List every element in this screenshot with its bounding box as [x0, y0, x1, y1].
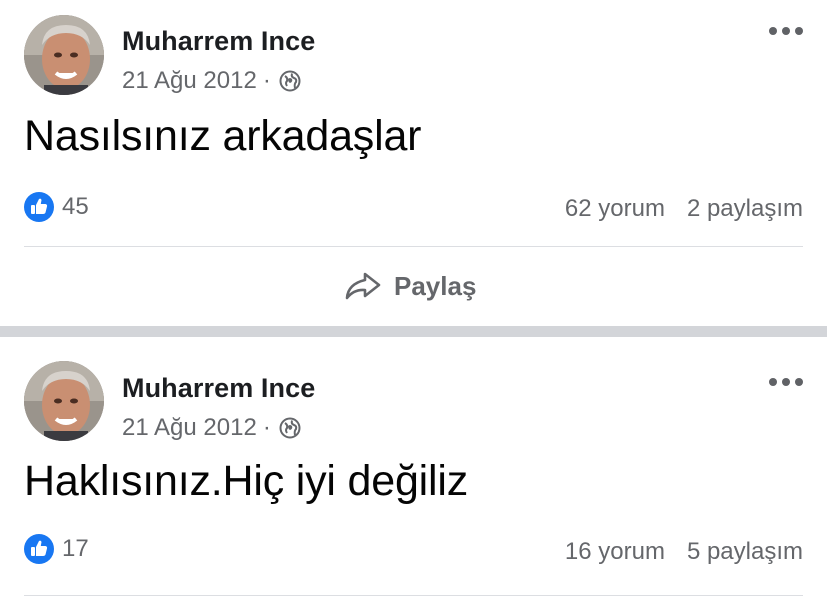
more-options-icon[interactable]	[769, 375, 803, 389]
reactions-summary[interactable]: 17	[24, 534, 89, 564]
profile-photo-icon	[24, 15, 104, 95]
post-date[interactable]: 21 Ağu 2012	[122, 67, 257, 95]
post-meta: 21 Ağu 2012 ·	[122, 67, 301, 95]
profile-photo-icon	[24, 361, 104, 441]
share-arrow-icon	[345, 272, 381, 300]
share-button[interactable]: Paylaş	[344, 270, 476, 302]
meta-separator: ·	[262, 414, 271, 441]
like-count: 45	[62, 193, 89, 220]
engagement-counts: 16 yorum 5 paylaşım	[565, 538, 803, 566]
engagement-counts: 62 yorum 2 paylaşım	[565, 195, 803, 223]
reactions-summary[interactable]: 45	[24, 192, 89, 222]
post-author[interactable]: Muharrem Ince	[122, 26, 315, 57]
avatar[interactable]	[24, 15, 104, 95]
share-button-label: Paylaş	[394, 270, 477, 301]
comment-count[interactable]: 62 yorum	[565, 195, 665, 223]
share-count[interactable]: 5 paylaşım	[687, 538, 803, 566]
post-card: Muharrem Ince 21 Ağu 2012 · Nasılsınız a…	[0, 0, 827, 326]
post-text: Nasılsınız arkadaşlar	[24, 112, 422, 160]
post-author[interactable]: Muharrem Ince	[122, 373, 315, 404]
like-reaction-icon	[24, 534, 54, 564]
more-options-icon[interactable]	[769, 24, 803, 38]
post-date[interactable]: 21 Ağu 2012	[122, 414, 257, 442]
post-text: Haklısınız.Hiç iyi değiliz	[24, 457, 469, 505]
share-count[interactable]: 2 paylaşım	[687, 195, 803, 223]
divider	[24, 595, 803, 596]
comment-count[interactable]: 16 yorum	[565, 538, 665, 566]
post-card: Muharrem Ince 21 Ağu 2012 · Haklısınız.H…	[0, 337, 827, 599]
avatar[interactable]	[24, 361, 104, 441]
post-separator	[0, 326, 827, 337]
like-reaction-icon	[24, 192, 54, 222]
divider	[24, 246, 803, 247]
meta-separator: ·	[262, 67, 271, 94]
globe-icon	[279, 417, 301, 439]
globe-icon	[279, 70, 301, 92]
post-meta: 21 Ağu 2012 ·	[122, 414, 301, 442]
like-count: 17	[62, 535, 89, 562]
